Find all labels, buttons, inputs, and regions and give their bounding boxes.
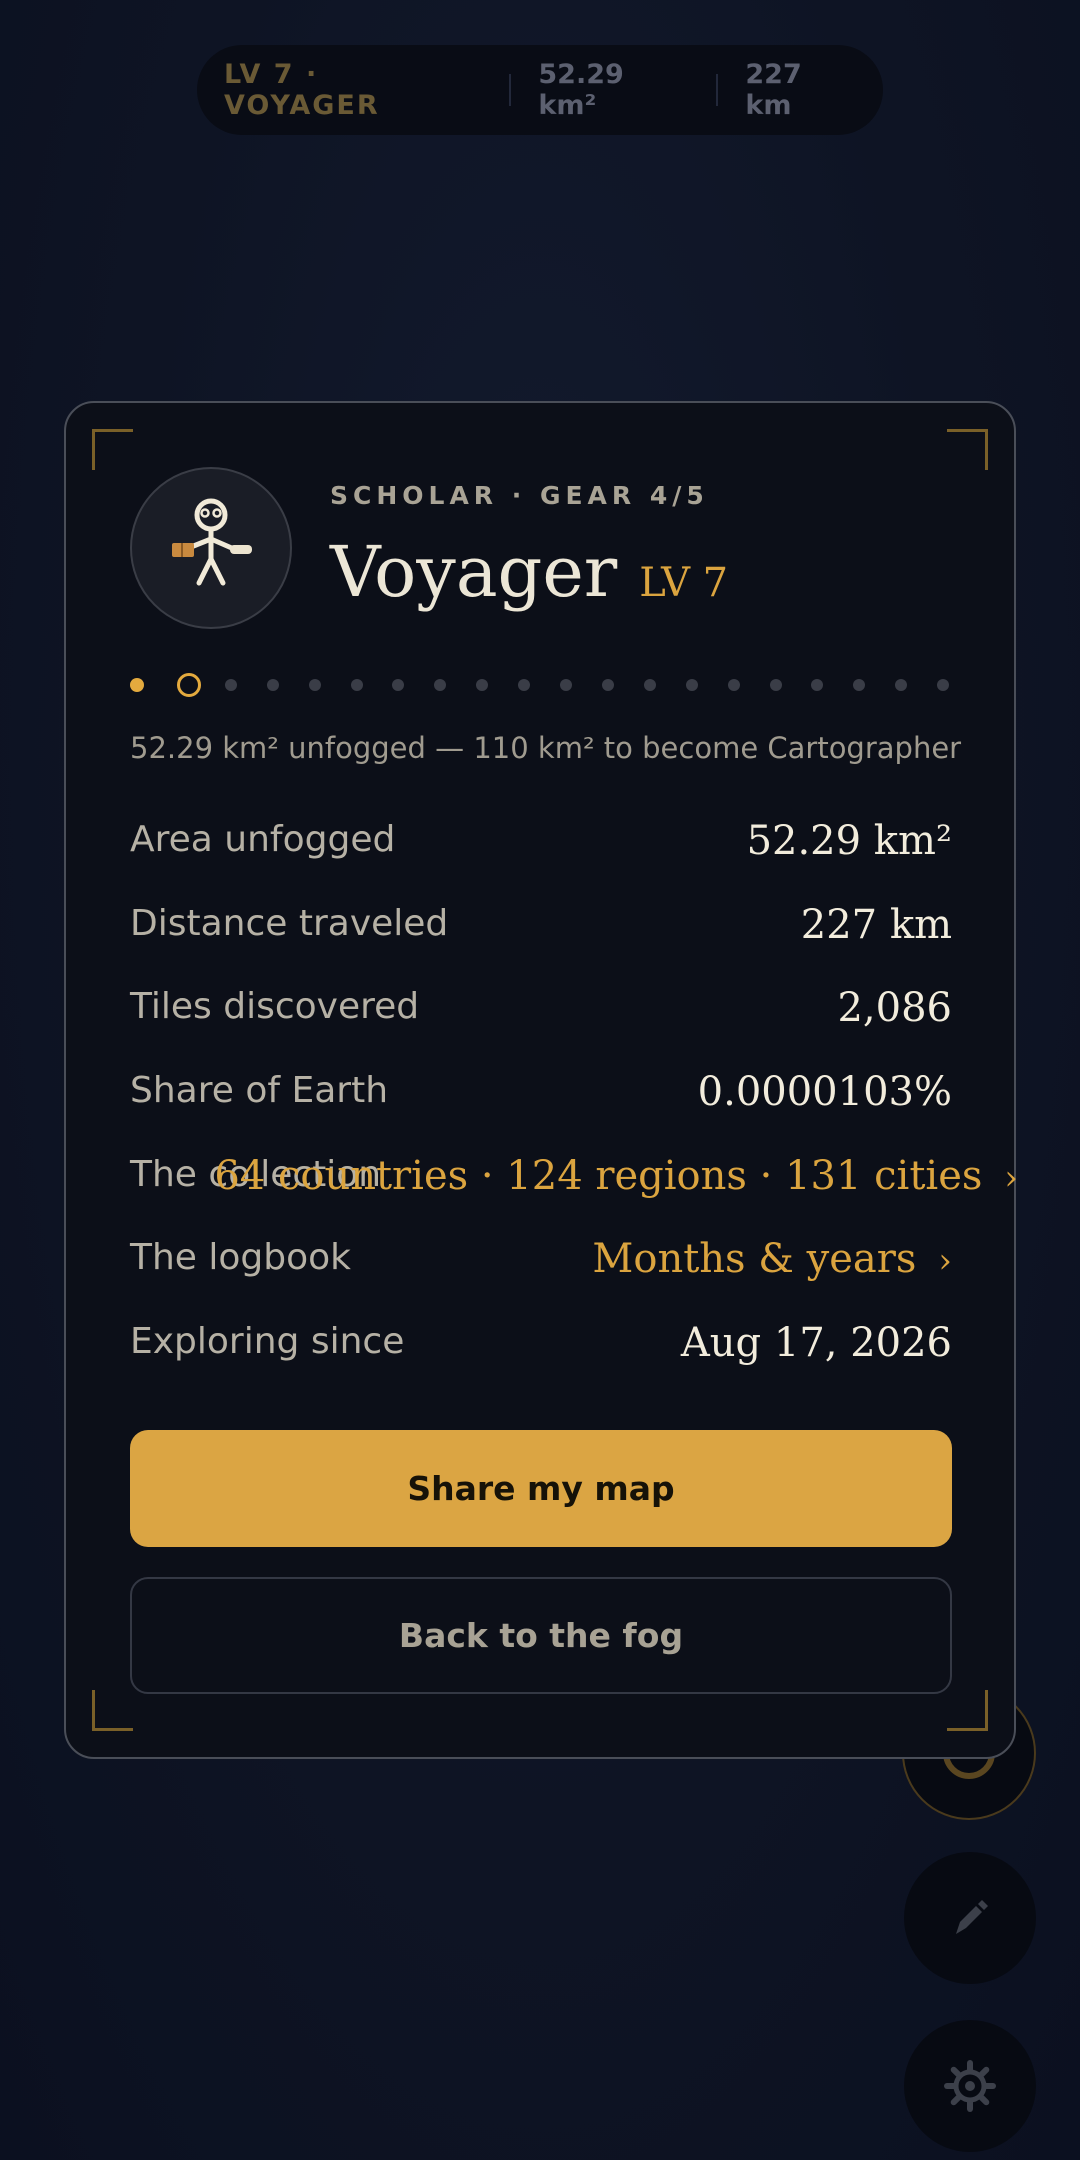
stat-collection[interactable]: The collection 64 countries · 124 region… (130, 1143, 1018, 1203)
stat-value: 64 countries · 124 regions · 131 cities (214, 1153, 983, 1199)
stat-label: Exploring since (130, 1321, 405, 1362)
progress-text: 52.29 km² unfogged — 110 km² to become C… (130, 731, 962, 765)
progress-dot (308, 679, 321, 691)
level-progress-dots (130, 673, 954, 699)
title-row: Voyager LV 7 (330, 531, 728, 613)
pill-area: 52.29 km² (538, 59, 624, 121)
stat-label: Area unfogged (130, 819, 396, 860)
logbook-link[interactable]: Months & years › (592, 1236, 952, 1282)
progress-dot (266, 679, 279, 691)
progress-dot (853, 679, 866, 691)
progress-dot (895, 679, 908, 691)
stat-value: Aug 17, 2026 (680, 1320, 952, 1366)
stat-value: 2,086 (837, 985, 952, 1031)
chevron-right-icon: › (938, 1241, 952, 1281)
progress-dot (937, 679, 950, 691)
stat-exploring-since: Exploring since Aug 17, 2026 (130, 1310, 952, 1370)
progress-dot (769, 679, 782, 691)
back-to-fog-button[interactable]: Back to the fog (130, 1577, 952, 1694)
scholar-figure-icon (172, 498, 252, 586)
stat-distance: Distance traveled 227 km (130, 892, 952, 952)
progress-dot-completed (130, 678, 144, 692)
edit-button[interactable] (904, 1852, 1036, 1984)
stat-area: Area unfogged 52.29 km² (130, 808, 952, 868)
progress-dot (643, 679, 656, 691)
stat-label: Tiles discovered (130, 986, 420, 1027)
progress-dot (476, 679, 489, 691)
chevron-right-icon: › (1004, 1158, 1018, 1198)
status-pill[interactable]: LV 7 · VOYAGER 52.29 km² 227 km (197, 45, 883, 135)
stat-logbook[interactable]: The logbook Months & years › (130, 1226, 952, 1286)
corner-ornament (947, 429, 988, 470)
avatar (130, 467, 292, 629)
progress-dot (224, 679, 237, 691)
class-subtitle: SCHOLAR · GEAR 4/5 (330, 481, 709, 510)
pill-level: LV 7 · VOYAGER (223, 59, 380, 121)
stat-label: Distance traveled (130, 903, 449, 944)
corner-ornament (92, 429, 133, 470)
pen-icon (956, 1900, 988, 1934)
stat-tiles: Tiles discovered 2,086 (130, 975, 952, 1035)
progress-dot (518, 679, 531, 691)
progress-dot (811, 679, 824, 691)
progress-dot-current (176, 673, 201, 697)
stat-value: Months & years (592, 1236, 917, 1282)
progress-dot (727, 679, 740, 691)
progress-dot (392, 679, 405, 691)
progress-dot (350, 679, 363, 691)
progress-dot (560, 679, 572, 691)
progress-dot (434, 679, 447, 691)
settings-button[interactable] (904, 2020, 1036, 2152)
corner-ornament (92, 1690, 133, 1731)
progress-dot (685, 679, 698, 691)
stat-label: Share of Earth (130, 1070, 389, 1111)
stat-value: 52.29 km² (746, 818, 952, 864)
stat-share-of-earth: Share of Earth 0.0000103% (130, 1059, 952, 1119)
share-map-button[interactable]: Share my map (130, 1430, 952, 1547)
progress-dot (601, 679, 614, 691)
level-tag: LV 7 (639, 560, 729, 606)
stat-value: 0.0000103% (697, 1069, 952, 1115)
corner-ornament (947, 1690, 988, 1731)
rank-title: Voyager (330, 531, 618, 613)
profile-card: SCHOLAR · GEAR 4/5 Voyager LV 7 52.29 km… (64, 401, 1018, 1759)
stat-value: 227 km (800, 902, 952, 948)
collection-link[interactable]: 64 countries · 124 regions · 131 cities › (214, 1153, 1018, 1199)
gear-icon (944, 2060, 996, 2112)
stat-label: The logbook (130, 1237, 352, 1278)
pill-distance: 227 km (745, 59, 802, 121)
